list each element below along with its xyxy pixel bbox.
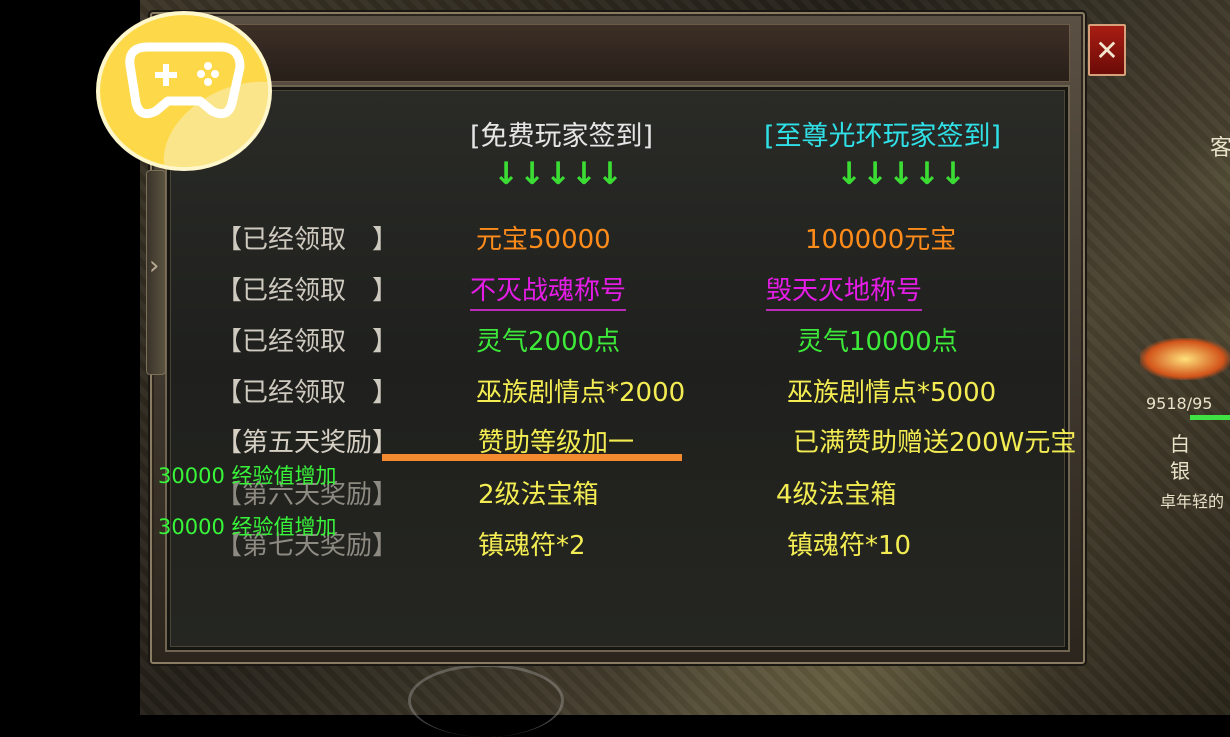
hp-bar (1190, 415, 1230, 420)
row-status-1: 【已经领取 】 (216, 225, 399, 255)
exp-notification-1: 30000 经验值增加 (158, 464, 337, 488)
free-reward-3: 灵气2000点 (476, 327, 621, 357)
free-reward-4: 巫族剧情点*2000 (476, 378, 686, 408)
side-expand-tab[interactable]: › (146, 170, 166, 375)
npc-char-a: 白 (1170, 432, 1190, 456)
premium-reward-5: 已满赞助赠送200W元宝 (793, 428, 1077, 458)
chevron-right-icon: › (149, 251, 160, 281)
premium-player-header: [至尊光环玩家签到] (764, 121, 1002, 152)
row-status-4: 【已经领取 】 (216, 378, 399, 408)
free-arrows: ↓↓↓↓↓ (493, 156, 623, 192)
app-logo (100, 15, 268, 167)
virtual-joystick[interactable] (408, 664, 564, 737)
gamepad-icon (125, 42, 245, 119)
premium-reward-3: 灵气10000点 (797, 327, 958, 357)
free-player-header: [免费玩家签到] (470, 121, 654, 152)
player-title-badge (1140, 338, 1230, 380)
row-status-2: 【已经领取 】 (216, 276, 399, 306)
row-status-3: 【已经领取 】 (216, 327, 399, 357)
hp-readout: 9518/95 (1146, 394, 1213, 413)
npc-name: 卓年轻的 (1160, 492, 1225, 511)
premium-reward-1: 100000元宝 (805, 225, 957, 255)
panel-title-bar (165, 24, 1070, 82)
world-label-tag: 客 (1210, 136, 1230, 161)
free-reward-2: 不灭战魂称号 (470, 270, 627, 311)
premium-reward-7: 镇魂符*10 (787, 531, 912, 561)
highlight-underline (382, 454, 682, 461)
free-reward-6: 2级法宝箱 (478, 480, 599, 510)
free-reward-7: 镇魂符*2 (478, 531, 586, 561)
npc-char-b: 银 (1170, 459, 1190, 483)
close-button[interactable]: ✕ (1088, 24, 1126, 76)
premium-reward-2: 毁天灭地称号 (766, 270, 923, 311)
free-reward-1: 元宝50000 (476, 225, 611, 255)
exp-notification-2: 30000 经验值增加 (158, 515, 337, 539)
premium-reward-4: 巫族剧情点*5000 (787, 378, 997, 408)
premium-arrows: ↓↓↓↓↓ (836, 156, 966, 192)
close-icon: ✕ (1095, 33, 1119, 67)
row-status-5: 【第五天奖励】 (216, 428, 399, 458)
premium-reward-6: 4级法宝箱 (776, 480, 897, 510)
